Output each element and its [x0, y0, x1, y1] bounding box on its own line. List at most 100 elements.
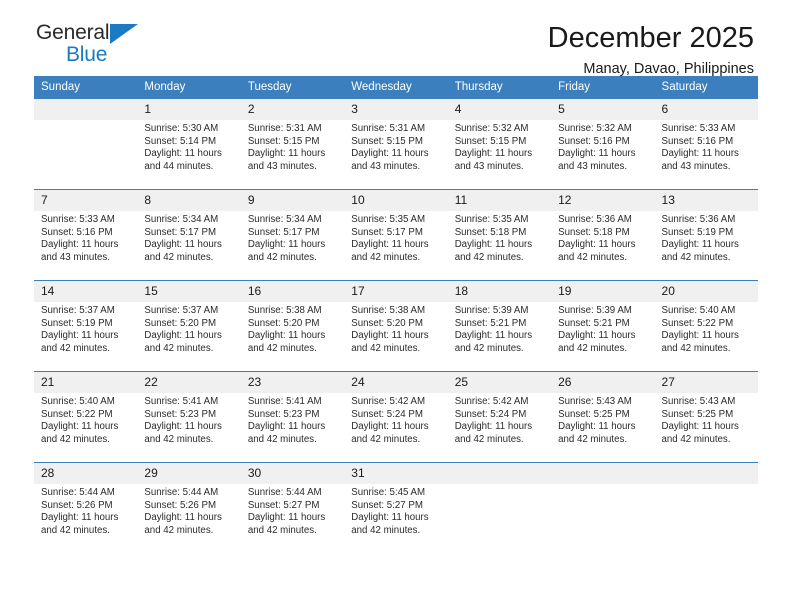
- daylight-text-line1: Daylight: 11 hours: [454, 421, 533, 433]
- calendar-day-cell[interactable]: 7 Sunrise: 5:33 AM Sunset: 5:16 PM Daylight…: [34, 189, 138, 281]
- calendar-day-cell[interactable]: 15 Sunrise: 5:37 AM Sunset: 5:20 PM Dayligh…: [137, 280, 241, 372]
- calendar-day-cell[interactable]: 9 Sunrise: 5:34 AM Sunset: 5:17 PM Daylight…: [240, 189, 345, 281]
- sunset-text: Sunset: 5:23 PM: [144, 408, 217, 420]
- day-details: Sunrise: 5:30 AM Sunset: 5:14 PM Daylight:…: [137, 120, 240, 173]
- sunset-text: Sunset: 5:17 PM: [247, 226, 320, 238]
- daylight-text-line1: Daylight: 11 hours: [247, 512, 326, 524]
- sunset-text: Sunset: 5:15 PM: [351, 135, 423, 147]
- day-details: Sunrise: 5:42 AM Sunset: 5:24 PM Daylight:…: [448, 393, 551, 446]
- calendar-day-cell[interactable]: 6 Sunrise: 5:33 AM Sunset: 5:16 PM Daylight…: [654, 98, 758, 190]
- day-number: 6: [654, 99, 758, 120]
- calendar-empty-cell: [551, 462, 655, 553]
- calendar-day-cell[interactable]: 18 Sunrise: 5:39 AM Sunset: 5:21 PM Dayligh…: [447, 280, 552, 372]
- sunrise-text: Sunrise: 5:41 AM: [144, 396, 219, 407]
- calendar-day-cell[interactable]: 5 Sunrise: 5:32 AM Sunset: 5:16 PM Daylight…: [551, 98, 655, 190]
- calendar-day-cell[interactable]: 19 Sunrise: 5:39 AM Sunset: 5:21 PM Dayligh…: [551, 280, 655, 372]
- daylight-text-line2: and 42 minutes.: [351, 524, 421, 536]
- daylight-text-line2: and 42 minutes.: [144, 342, 214, 354]
- weekday-header-sunday: Sunday: [34, 76, 138, 99]
- sunrise-text: Sunrise: 5:40 AM: [661, 305, 736, 316]
- day-details: Sunrise: 5:44 AM Sunset: 5:26 PM Daylight:…: [137, 484, 240, 537]
- sunset-text: Sunset: 5:16 PM: [661, 135, 734, 147]
- day-details: Sunrise: 5:43 AM Sunset: 5:25 PM Daylight:…: [551, 393, 654, 446]
- daylight-text-line1: Daylight: 11 hours: [661, 330, 739, 342]
- day-details: Sunrise: 5:41 AM Sunset: 5:23 PM Daylight:…: [241, 393, 344, 446]
- calendar-day-cell[interactable]: 17 Sunrise: 5:38 AM Sunset: 5:20 PM Dayligh…: [344, 280, 448, 372]
- calendar-day-cell[interactable]: 12 Sunrise: 5:36 AM Sunset: 5:18 PM Dayligh…: [551, 189, 655, 281]
- calendar-day-cell[interactable]: 14 Sunrise: 5:37 AM Sunset: 5:19 PM Dayligh…: [34, 280, 138, 372]
- sunset-text: Sunset: 5:22 PM: [661, 317, 734, 329]
- calendar-day-cell[interactable]: 25 Sunrise: 5:42 AM Sunset: 5:24 PM Dayligh…: [447, 371, 552, 463]
- calendar-day-cell[interactable]: 22 Sunrise: 5:41 AM Sunset: 5:23 PM Dayligh…: [137, 371, 241, 463]
- day-number: 4: [447, 99, 552, 120]
- calendar-day-cell[interactable]: 2 Sunrise: 5:31 AM Sunset: 5:15 PM Daylight…: [240, 98, 345, 190]
- calendar-day-cell[interactable]: 30 Sunrise: 5:44 AM Sunset: 5:27 PM Dayligh…: [240, 462, 345, 553]
- sunrise-text: Sunrise: 5:42 AM: [351, 396, 426, 407]
- calendar-day-cell[interactable]: 27 Sunrise: 5:43 AM Sunset: 5:25 PM Dayligh…: [654, 371, 758, 463]
- sunrise-text: Sunrise: 5:32 AM: [454, 123, 529, 134]
- sunrise-text: Sunrise: 5:31 AM: [247, 123, 322, 134]
- day-number: [551, 463, 655, 484]
- day-details: Sunrise: 5:38 AM Sunset: 5:20 PM Daylight:…: [344, 302, 447, 355]
- sunrise-text: Sunrise: 5:31 AM: [351, 123, 426, 134]
- day-details: Sunrise: 5:33 AM Sunset: 5:16 PM Daylight:…: [655, 120, 758, 173]
- daylight-text-line1: Daylight: 11 hours: [247, 421, 326, 433]
- daylight-text-line2: and 42 minutes.: [661, 433, 731, 445]
- calendar-day-cell[interactable]: 4 Sunrise: 5:32 AM Sunset: 5:15 PM Daylight…: [447, 98, 552, 190]
- day-number: 1: [137, 99, 241, 120]
- day-number: [34, 99, 138, 120]
- logo-text-general: General: [36, 22, 156, 44]
- daylight-text-line1: Daylight: 11 hours: [351, 512, 429, 524]
- day-number: 16: [240, 281, 345, 302]
- day-details: Sunrise: 5:43 AM Sunset: 5:25 PM Daylight:…: [655, 393, 758, 446]
- daylight-text-line2: and 43 minutes.: [41, 251, 110, 263]
- calendar-day-cell[interactable]: 24 Sunrise: 5:42 AM Sunset: 5:24 PM Dayligh…: [344, 371, 448, 463]
- sunset-text: Sunset: 5:20 PM: [144, 317, 217, 329]
- generalblue-logo[interactable]: General Blue: [34, 22, 156, 65]
- sunrise-text: Sunrise: 5:40 AM: [41, 396, 115, 407]
- calendar-day-cell[interactable]: 29 Sunrise: 5:44 AM Sunset: 5:26 PM Dayligh…: [137, 462, 241, 553]
- calendar-day-cell[interactable]: 31 Sunrise: 5:45 AM Sunset: 5:27 PM Dayligh…: [344, 462, 448, 553]
- daylight-text-line1: Daylight: 11 hours: [661, 148, 739, 160]
- calendar-day-cell[interactable]: 23 Sunrise: 5:41 AM Sunset: 5:23 PM Dayligh…: [240, 371, 345, 463]
- page-subtitle: Manay, Davao, Philippines: [583, 61, 754, 77]
- weekday-header-saturday: Saturday: [654, 76, 758, 99]
- sunrise-text: Sunrise: 5:43 AM: [558, 396, 632, 407]
- daylight-text-line2: and 42 minutes.: [454, 251, 524, 263]
- calendar-week-row: 7 Sunrise: 5:33 AM Sunset: 5:16 PM Daylight…: [34, 189, 758, 281]
- sunset-text: Sunset: 5:25 PM: [558, 408, 630, 420]
- calendar-day-cell[interactable]: 21 Sunrise: 5:40 AM Sunset: 5:22 PM Dayligh…: [34, 371, 138, 463]
- calendar-day-cell[interactable]: 16 Sunrise: 5:38 AM Sunset: 5:20 PM Dayligh…: [240, 280, 345, 372]
- daylight-text-line2: and 42 minutes.: [558, 433, 628, 445]
- daylight-text-line2: and 42 minutes.: [41, 342, 110, 354]
- calendar-empty-cell: [34, 98, 138, 190]
- calendar-day-cell[interactable]: 11 Sunrise: 5:35 AM Sunset: 5:18 PM Dayligh…: [447, 189, 552, 281]
- daylight-text-line2: and 42 minutes.: [247, 524, 317, 536]
- day-details: Sunrise: 5:37 AM Sunset: 5:20 PM Daylight:…: [137, 302, 240, 355]
- sunset-text: Sunset: 5:22 PM: [41, 408, 113, 420]
- page-title: December 2025: [547, 22, 754, 54]
- calendar-day-cell[interactable]: 20 Sunrise: 5:40 AM Sunset: 5:22 PM Dayligh…: [654, 280, 758, 372]
- sunrise-text: Sunrise: 5:45 AM: [351, 487, 426, 498]
- sunset-text: Sunset: 5:18 PM: [454, 226, 527, 238]
- calendar-day-cell[interactable]: 10 Sunrise: 5:35 AM Sunset: 5:17 PM Dayligh…: [344, 189, 448, 281]
- sunset-text: Sunset: 5:16 PM: [558, 135, 630, 147]
- day-number: 21: [34, 372, 138, 393]
- calendar-day-cell[interactable]: 28 Sunrise: 5:44 AM Sunset: 5:26 PM Dayligh…: [34, 462, 138, 553]
- sunset-text: Sunset: 5:24 PM: [454, 408, 527, 420]
- daylight-text-line1: Daylight: 11 hours: [351, 330, 429, 342]
- daylight-text-line1: Daylight: 11 hours: [558, 239, 636, 251]
- daylight-text-line2: and 42 minutes.: [144, 433, 214, 445]
- calendar-day-cell[interactable]: 1 Sunrise: 5:30 AM Sunset: 5:14 PM Daylight…: [137, 98, 241, 190]
- daylight-text-line1: Daylight: 11 hours: [247, 148, 326, 160]
- weekday-header-tuesday: Tuesday: [240, 76, 345, 99]
- sunrise-text: Sunrise: 5:34 AM: [247, 214, 322, 225]
- calendar-day-cell[interactable]: 13 Sunrise: 5:36 AM Sunset: 5:19 PM Dayligh…: [654, 189, 758, 281]
- logo-triangle-icon: [110, 24, 138, 44]
- calendar-day-cell[interactable]: 8 Sunrise: 5:34 AM Sunset: 5:17 PM Daylight…: [137, 189, 241, 281]
- day-number: 29: [137, 463, 241, 484]
- calendar-day-cell[interactable]: 3 Sunrise: 5:31 AM Sunset: 5:15 PM Daylight…: [344, 98, 448, 190]
- day-number: 14: [34, 281, 138, 302]
- sunrise-text: Sunrise: 5:37 AM: [41, 305, 115, 316]
- calendar-day-cell[interactable]: 26 Sunrise: 5:43 AM Sunset: 5:25 PM Dayligh…: [551, 371, 655, 463]
